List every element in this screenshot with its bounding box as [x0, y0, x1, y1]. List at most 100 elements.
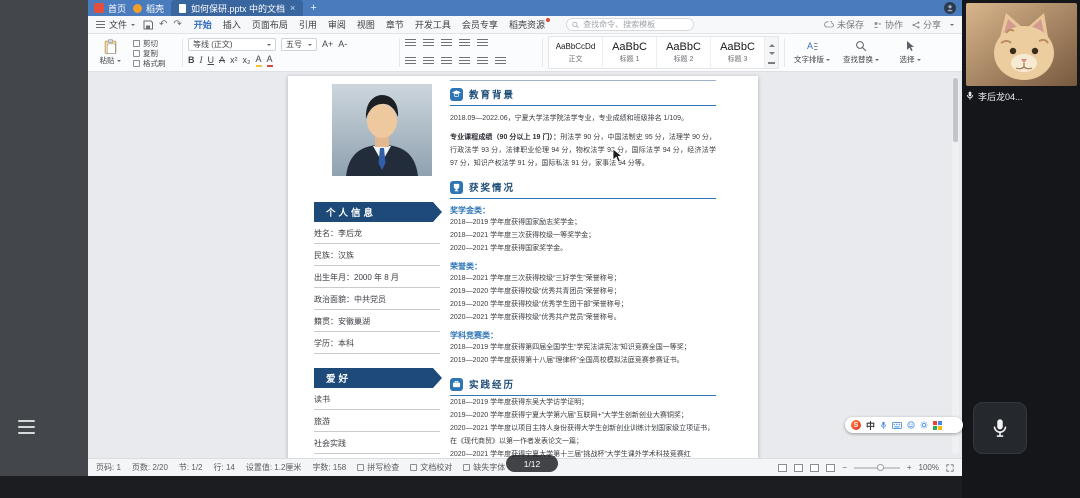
collapse-ribbon-icon[interactable] — [950, 24, 954, 28]
field-birth: 出生年月：2000 年 8 月 — [314, 266, 440, 288]
save-icon[interactable] — [143, 20, 153, 30]
docer-tab[interactable]: 稻壳 — [133, 2, 164, 15]
align-center-icon[interactable] — [423, 57, 434, 66]
home-tab[interactable]: 首页 — [94, 2, 126, 15]
tab-member[interactable]: 会员专享 — [462, 18, 498, 31]
copy-button[interactable]: 复制 — [133, 48, 177, 58]
font-color-button[interactable]: A — [267, 54, 273, 67]
ime-keyboard-icon[interactable] — [892, 422, 902, 429]
style-normal[interactable]: AaBbCcDd正文 — [549, 37, 603, 68]
new-tab-button[interactable]: + — [310, 2, 316, 14]
scroll-down-icon[interactable] — [769, 52, 775, 58]
tab-view[interactable]: 视图 — [357, 18, 375, 31]
strikethrough-button[interactable]: A — [219, 55, 225, 66]
tab-section[interactable]: 章节 — [386, 18, 404, 31]
divider — [784, 38, 785, 67]
increase-indent-icon[interactable] — [459, 39, 470, 48]
view-mode-page-icon[interactable] — [778, 464, 787, 472]
meeting-menu-icon[interactable] — [18, 420, 35, 438]
zoom-out-button[interactable]: − — [842, 463, 847, 472]
zoom-in-button[interactable]: + — [907, 463, 912, 472]
font-size-select[interactable]: 五号 — [281, 38, 317, 51]
shrink-font-button[interactable]: A- — [338, 39, 347, 50]
line-spacing-icon[interactable] — [477, 57, 488, 66]
borders-icon[interactable] — [495, 57, 506, 66]
paste-button[interactable]: 粘贴 — [92, 36, 128, 69]
meeting-mic-button[interactable] — [973, 402, 1027, 454]
ime-logo-icon[interactable]: S — [851, 420, 861, 430]
italic-button[interactable]: I — [200, 55, 203, 66]
tab-developer[interactable]: 开发工具 — [415, 18, 451, 31]
styles-gallery-scroll[interactable] — [765, 37, 778, 68]
show-marks-icon[interactable] — [477, 39, 488, 48]
ime-mode-toggle[interactable]: 中 — [866, 419, 875, 432]
chevron-down-icon — [917, 59, 921, 63]
proofread-toggle[interactable]: 文档校对 — [410, 462, 452, 473]
decrease-indent-icon[interactable] — [441, 39, 452, 48]
select-button[interactable]: 选择 — [888, 36, 932, 69]
fullscreen-icon[interactable] — [946, 464, 954, 472]
status-word-count[interactable]: 字数: 158 — [312, 462, 346, 473]
tab-docer-resources[interactable]: 稻壳资源 — [509, 18, 550, 31]
undo-icon[interactable]: ↶ — [159, 19, 167, 30]
tab-home[interactable]: 开始 — [194, 18, 212, 31]
scroll-up-icon[interactable] — [769, 41, 775, 47]
ime-emoji-icon[interactable] — [907, 421, 915, 429]
account-avatar[interactable] — [944, 2, 956, 14]
style-heading3[interactable]: AaBbC标题 3 — [711, 37, 765, 68]
numbered-list-icon[interactable] — [423, 39, 434, 48]
zoom-value[interactable]: 100% — [919, 463, 939, 472]
zoom-slider-knob[interactable] — [877, 464, 884, 471]
share-label: 分享 — [923, 18, 941, 31]
bold-button[interactable]: B — [188, 55, 195, 66]
view-mode-outline-icon[interactable] — [810, 464, 819, 472]
file-menu[interactable]: 文件 — [96, 18, 135, 31]
document-tab[interactable]: 如何保研.pptx 中的文档 × — [171, 0, 303, 16]
share-button[interactable]: 分享 — [912, 18, 941, 31]
ime-toolbox-icon[interactable] — [933, 421, 942, 430]
justify-icon[interactable] — [459, 57, 470, 66]
missing-font-button[interactable]: 缺失字体 — [463, 462, 505, 473]
spell-check-toggle[interactable]: 拼写检查 — [357, 462, 399, 473]
view-mode-fullread-icon[interactable] — [826, 464, 835, 472]
more-styles-icon[interactable] — [768, 62, 775, 64]
tab-insert[interactable]: 插入 — [223, 18, 241, 31]
text-layout-button[interactable]: A 文字排版 — [790, 36, 834, 69]
tab-page-layout[interactable]: 页面布局 — [252, 18, 288, 31]
cut-button[interactable]: 剪切 — [133, 38, 177, 48]
font-name-select[interactable]: 等线 (正文) — [188, 38, 276, 51]
text-layout-icon: A — [806, 40, 818, 52]
bullet-list-icon[interactable] — [405, 39, 416, 48]
award-item: 2019—2020 学年度获得校级“优秀学生团干部”荣誉称号； — [450, 298, 716, 311]
align-left-icon[interactable] — [405, 57, 416, 66]
ime-settings-icon[interactable] — [920, 421, 928, 429]
subscript-button[interactable]: x₂ — [243, 55, 251, 66]
format-painter-button[interactable]: 格式刷 — [133, 58, 177, 68]
superscript-button[interactable]: x² — [230, 55, 238, 66]
scrollbar-thumb[interactable] — [953, 78, 958, 142]
find-replace-button[interactable]: 查找替换 — [839, 36, 883, 69]
tab-review[interactable]: 审阅 — [328, 18, 346, 31]
vertical-scrollbar[interactable] — [952, 76, 959, 454]
resume-page[interactable]: 个人信息 姓名：李后龙 民族：汉族 出生年月：2000 年 8 月 政治面貌：中… — [288, 76, 758, 458]
text-layout-label: 文字排版 — [794, 54, 824, 65]
close-tab-icon[interactable]: × — [290, 3, 295, 13]
paste-label: 粘贴 — [100, 55, 115, 66]
zoom-slider[interactable] — [854, 467, 900, 469]
tab-references[interactable]: 引用 — [299, 18, 317, 31]
command-search[interactable] — [566, 18, 694, 31]
command-search-input[interactable] — [583, 20, 688, 29]
ime-toolbar[interactable]: S 中 — [845, 417, 963, 433]
participant-video[interactable] — [966, 3, 1077, 86]
underline-button[interactable]: U — [208, 55, 215, 66]
ime-mic-icon[interactable] — [880, 421, 887, 430]
view-mode-web-icon[interactable] — [794, 464, 803, 472]
grow-font-button[interactable]: A+ — [322, 39, 333, 50]
collaborate-button[interactable]: 协作 — [873, 18, 903, 31]
divider — [399, 38, 400, 67]
style-heading1[interactable]: AaBbC标题 1 — [603, 37, 657, 68]
style-heading2[interactable]: AaBbC标题 2 — [657, 37, 711, 68]
highlight-color-button[interactable]: A — [256, 54, 262, 67]
align-right-icon[interactable] — [441, 57, 452, 66]
redo-icon[interactable]: ↷ — [173, 19, 181, 30]
